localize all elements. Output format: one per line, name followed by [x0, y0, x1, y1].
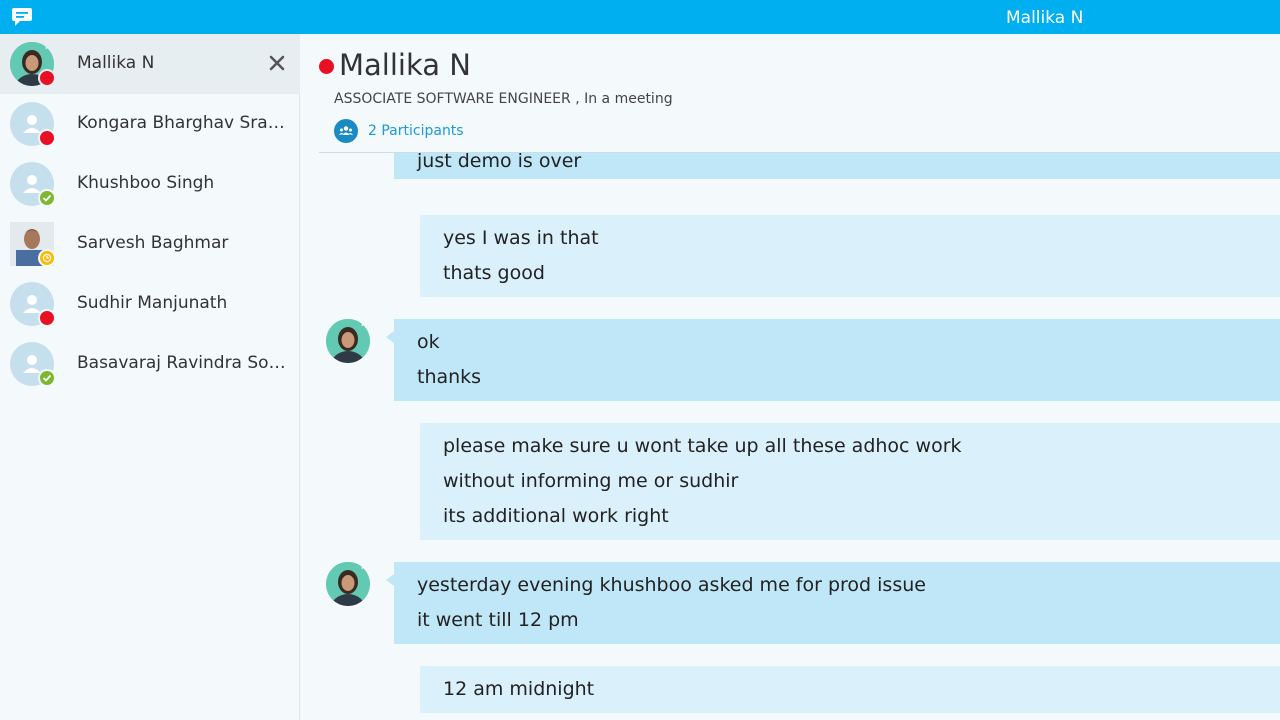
conversation-title: Mallika N — [339, 48, 471, 82]
close-icon[interactable] — [268, 54, 286, 72]
chat-bubble-icon[interactable] — [11, 7, 33, 27]
participants-icon — [334, 119, 358, 143]
presence-busy-icon — [38, 309, 56, 327]
title-bar: Mallika N — [0, 0, 1280, 34]
window-title: Mallika N — [1006, 8, 1084, 28]
contact-item-kongara-bharghav-sravan[interactable]: Kongara Bharghav Sravan — [0, 94, 300, 154]
message-bubble: yesterday evening khushboo asked me for … — [386, 562, 1280, 644]
message-list: just demo is over yes I was in that that… — [301, 153, 1280, 720]
message-text: ok — [417, 331, 440, 353]
message-text: its additional work right — [443, 505, 669, 527]
participants-link[interactable]: 2 Participants — [334, 119, 464, 143]
message-text: it went till 12 pm — [417, 609, 579, 631]
conversation-pane: Mallika N ASSOCIATE SOFTWARE ENGINEER , … — [301, 34, 1280, 720]
contact-list: Mallika N Kongara Bharghav Sravan Khushb… — [0, 34, 300, 720]
contact-name: Sudhir Manjunath — [77, 293, 228, 313]
contact-item-khushboo-singh[interactable]: Khushboo Singh — [0, 154, 300, 214]
message-text: thanks — [417, 366, 482, 388]
contact-name: Sarvesh Baghmar — [77, 233, 229, 253]
message-text: please make sure u wont take up all thes… — [443, 435, 962, 457]
message-bubble: just demo is over — [394, 153, 1280, 179]
contact-name: Kongara Bharghav Sravan — [77, 113, 291, 133]
contact-item-mallika-n[interactable]: Mallika N — [0, 34, 300, 94]
avatar — [326, 562, 370, 606]
message-text: 12 am midnight — [443, 678, 595, 700]
avatar — [326, 319, 370, 363]
contact-mood: ASSOCIATE SOFTWARE ENGINEER , In a meeti… — [334, 91, 673, 107]
contact-item-sarvesh-baghmar[interactable]: Sarvesh Baghmar — [0, 214, 300, 274]
contact-name: Khushboo Singh — [77, 173, 215, 193]
contact-name: Basavaraj Ravindra Somashekar — [77, 353, 291, 373]
presence-online-icon — [38, 189, 56, 207]
message-text: yes I was in that — [443, 227, 599, 249]
message-text: thats good — [443, 262, 545, 284]
message-bubble: yes I was in that thats good — [420, 215, 1280, 297]
presence-busy-icon — [319, 59, 334, 74]
contact-item-sudhir-manjunath[interactable]: Sudhir Manjunath — [0, 274, 300, 334]
presence-busy-icon — [38, 69, 56, 87]
message-text: just demo is over — [417, 153, 582, 172]
presence-online-icon — [38, 369, 56, 387]
message-bubble: please make sure u wont take up all thes… — [420, 423, 1280, 540]
message-bubble: ok thanks — [386, 319, 1280, 401]
presence-away-icon — [38, 249, 56, 267]
participants-count: 2 Participants — [368, 123, 464, 139]
contact-item-basavaraj-ravindra[interactable]: Basavaraj Ravindra Somashekar — [0, 334, 300, 394]
presence-busy-icon — [38, 129, 56, 147]
contact-name: Mallika N — [77, 53, 155, 73]
message-text: yesterday evening khushboo asked me for … — [417, 574, 926, 596]
message-text: without informing me or sudhir — [443, 470, 739, 492]
message-bubble: 12 am midnight — [420, 666, 1280, 713]
